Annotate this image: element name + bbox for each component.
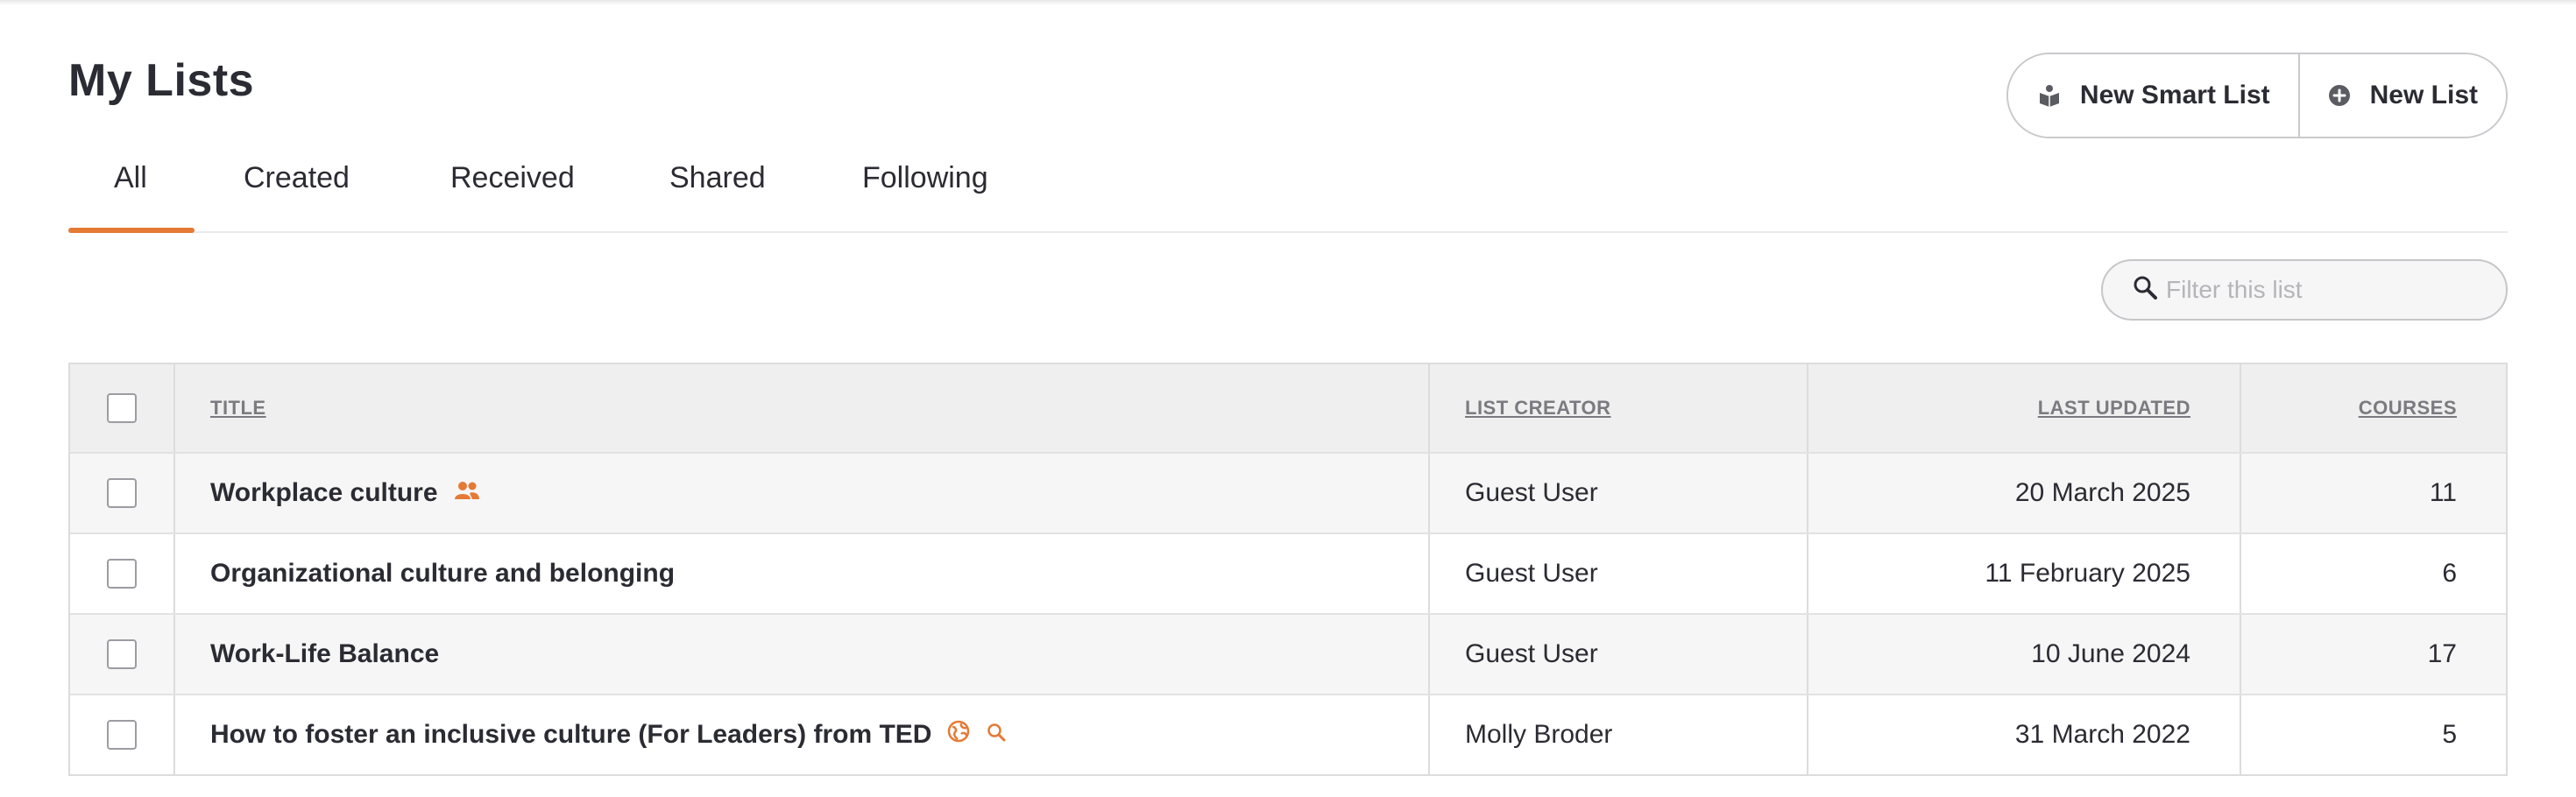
table-header-row: TITLE LIST CREATOR LAST UPDATED COURSES <box>70 364 2506 452</box>
tab-created[interactable]: Created <box>244 140 350 233</box>
page-title: My Lists <box>68 55 255 106</box>
creator-column-header[interactable]: LIST CREATOR <box>1430 364 1808 452</box>
row-creator-cell: Molly Broder <box>1430 695 1808 774</box>
row-courses-cell: 17 <box>2427 639 2457 668</box>
new-list-button[interactable]: New List <box>2299 54 2506 137</box>
page: My Lists New Smart List New List All Cre… <box>68 0 2508 797</box>
lists-table: TITLE LIST CREATOR LAST UPDATED COURSES … <box>68 363 2508 776</box>
row-title-cell: Work-Life Balance <box>175 615 1430 694</box>
row-courses-cell: 6 <box>2442 559 2457 588</box>
row-checkbox-cell <box>70 454 175 533</box>
row-title-cell: Organizational culture and belonging <box>175 534 1430 613</box>
smart-list-icon <box>2038 84 2061 107</box>
row-checkbox[interactable] <box>107 559 137 589</box>
list-title-link[interactable]: Work-Life Balance <box>210 639 439 669</box>
row-checkbox-cell <box>70 534 175 613</box>
tab-all[interactable]: All <box>114 140 147 233</box>
table-row[interactable]: Organizational culture and belonging Gue… <box>70 533 2506 613</box>
row-creator-cell: Guest User <box>1430 454 1808 533</box>
search-icon <box>2133 275 2159 306</box>
active-tab-indicator <box>68 228 195 233</box>
title-column-header[interactable]: TITLE <box>175 364 1430 452</box>
row-creator-cell: Guest User <box>1430 615 1808 694</box>
globe-icon <box>947 720 970 750</box>
row-creator-cell: Guest User <box>1430 534 1808 613</box>
row-checkbox-cell <box>70 615 175 694</box>
row-title-cell: Workplace culture <box>175 454 1430 533</box>
tab-received[interactable]: Received <box>450 140 575 233</box>
row-checkbox[interactable] <box>107 639 137 669</box>
new-list-label: New List <box>2369 81 2478 109</box>
row-checkbox-cell <box>70 695 175 774</box>
tab-shared[interactable]: Shared <box>669 140 766 233</box>
table-row[interactable]: Work-Life Balance Guest User 10 June 202… <box>70 613 2506 694</box>
row-checkbox[interactable] <box>107 478 137 508</box>
select-all-cell <box>70 364 175 452</box>
plus-circle-icon <box>2328 84 2351 107</box>
row-updated-cell: 31 March 2022 <box>1808 695 2241 774</box>
courses-column-header[interactable]: COURSES <box>2241 364 2506 452</box>
row-updated-cell: 20 March 2025 <box>1808 454 2241 533</box>
tab-following[interactable]: Following <box>862 140 988 233</box>
row-updated-cell: 11 February 2025 <box>1808 534 2241 613</box>
row-courses-cell: 5 <box>2442 720 2457 749</box>
filter-box <box>2101 259 2508 321</box>
list-title-link[interactable]: Organizational culture and belonging <box>210 559 675 589</box>
filter-input[interactable] <box>2166 276 2499 304</box>
list-actions: New Smart List New List <box>2006 53 2508 138</box>
table-row[interactable]: How to foster an inclusive culture (For … <box>70 694 2506 774</box>
search-icon <box>986 720 1007 750</box>
select-all-checkbox[interactable] <box>107 393 137 423</box>
list-title-link[interactable]: How to foster an inclusive culture (For … <box>210 720 931 750</box>
new-smart-list-button[interactable]: New Smart List <box>2007 54 2300 137</box>
row-title-cell: How to foster an inclusive culture (For … <box>175 695 1430 774</box>
table-row[interactable]: Workplace culture Guest User 20 March 20… <box>70 452 2506 533</box>
shared-users-icon <box>454 478 480 508</box>
list-tabs: All Created Received Shared Following <box>68 140 2508 233</box>
row-checkbox[interactable] <box>107 720 137 750</box>
new-smart-list-label: New Smart List <box>2079 81 2270 109</box>
row-updated-cell: 10 June 2024 <box>1808 615 2241 694</box>
list-title-link[interactable]: Workplace culture <box>210 478 438 508</box>
row-courses-cell: 11 <box>2429 478 2457 507</box>
last-updated-column-header[interactable]: LAST UPDATED <box>1808 364 2241 452</box>
